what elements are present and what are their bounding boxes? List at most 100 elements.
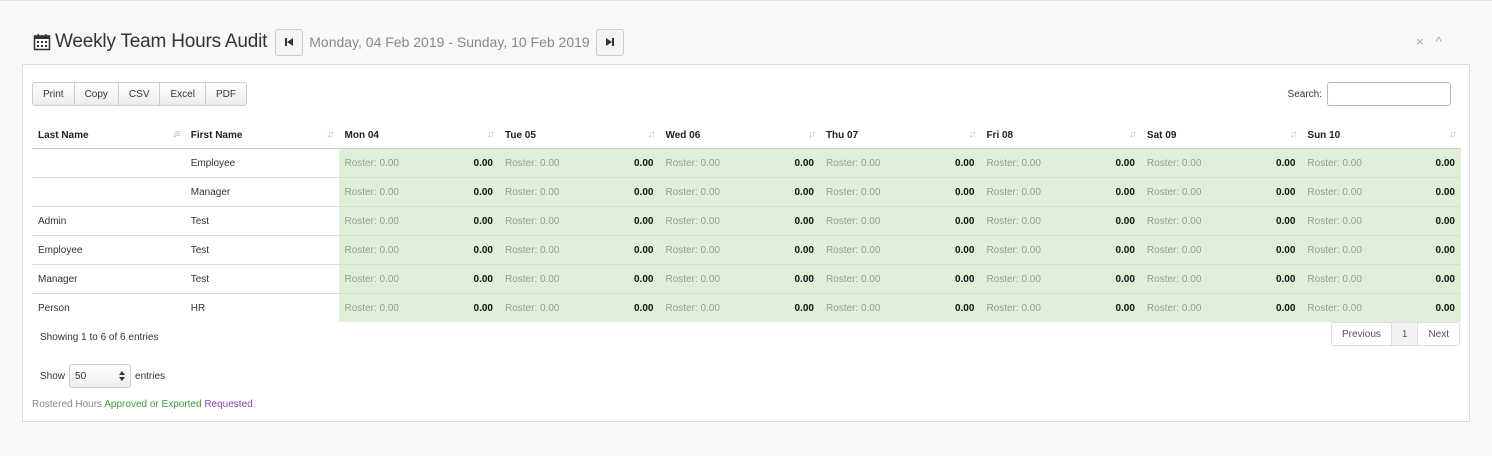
- table-row[interactable]: Person HR Roster: 0.00 0.00 Roster: 0.00 0.00…: [32, 293, 1461, 322]
- search-label: Search:: [1287, 88, 1322, 100]
- search-input[interactable]: [1327, 82, 1451, 106]
- table-row[interactable]: Employee Roster: 0.00 0.00 Roster: 0.00 0.00…: [32, 148, 1461, 178]
- roster-value: Roster: 0.00: [344, 244, 399, 256]
- day-hours-cell[interactable]: Roster: 0.00 0.00: [819, 148, 981, 178]
- column-header-7[interactable]: Sat 09 ↓↑: [1140, 122, 1302, 149]
- day-hours-cell[interactable]: Roster: 0.00 0.00: [1140, 264, 1302, 294]
- copy-button[interactable]: Copy: [73, 82, 119, 106]
- previous-week-button[interactable]: [275, 28, 304, 56]
- day-hours-cell[interactable]: Roster: 0.00 0.00: [659, 177, 820, 207]
- day-hours-cell[interactable]: Roster: 0.00 0.00: [1140, 148, 1302, 178]
- hours-value: 0.00: [473, 157, 493, 169]
- day-hours-cell[interactable]: Roster: 0.00 0.00: [980, 293, 1141, 322]
- day-hours-cell[interactable]: Roster: 0.00 0.00: [980, 148, 1141, 178]
- day-hours-cell[interactable]: Roster: 0.00 0.00: [338, 148, 499, 178]
- day-hours-cell[interactable]: Roster: 0.00 0.00: [659, 264, 820, 294]
- day-hours-cell[interactable]: Roster: 0.00 0.00: [659, 148, 820, 178]
- day-hours-cell[interactable]: Roster: 0.00 0.00: [819, 235, 981, 265]
- day-hours-cell[interactable]: Roster: 0.00 0.00: [1301, 206, 1461, 236]
- csv-button[interactable]: CSV: [117, 82, 161, 106]
- day-hours-cell[interactable]: Roster: 0.00 0.00: [338, 293, 499, 322]
- day-hours-cell[interactable]: Roster: 0.00 0.00: [498, 235, 660, 265]
- day-hours-cell[interactable]: Roster: 0.00 0.00: [338, 264, 499, 294]
- day-hours-cell[interactable]: Roster: 0.00 0.00: [1140, 206, 1302, 236]
- hours-value: 0.00: [473, 244, 493, 256]
- day-hours-cell[interactable]: Roster: 0.00 0.00: [498, 293, 660, 322]
- column-header-5[interactable]: Thu 07 ↓↑: [819, 122, 981, 149]
- print-button[interactable]: Print: [32, 82, 75, 106]
- roster-value: Roster: 0.00: [665, 244, 720, 256]
- column-header-8[interactable]: Sun 10 ↓↑: [1301, 122, 1461, 149]
- audit-panel: Print Copy CSV Excel PDF Search: Last Na…: [22, 64, 1470, 422]
- column-header-6[interactable]: Fri 08 ↓↑: [980, 122, 1141, 149]
- day-hours-cell[interactable]: Roster: 0.00 0.00: [659, 293, 820, 322]
- sort-icon: ↓↑: [1289, 129, 1297, 140]
- day-hours-cell[interactable]: Roster: 0.00 0.00: [980, 235, 1141, 265]
- page-length-select[interactable]: 50: [69, 364, 132, 388]
- hours-value: 0.00: [954, 273, 975, 285]
- sort-icon: ↓↑: [968, 129, 976, 140]
- table-row[interactable]: Manager Test Roster: 0.00 0.00 Roster: 0.00 0…: [32, 264, 1461, 294]
- table-row[interactable]: Employee Test Roster: 0.00 0.00 Roster: 0.00…: [32, 235, 1461, 265]
- pdf-button[interactable]: PDF: [204, 82, 247, 106]
- hours-value: 0.00: [794, 302, 814, 314]
- column-header-label: Last Name: [38, 129, 89, 141]
- pagination: Previous 1 Next: [1330, 322, 1460, 346]
- hours-value: 0.00: [473, 215, 493, 227]
- column-header-1[interactable]: First Name ↓↑: [184, 122, 339, 149]
- roster-value: Roster: 0.00: [1146, 157, 1202, 169]
- day-hours-cell[interactable]: Roster: 0.00 0.00: [1140, 293, 1302, 322]
- day-hours-cell[interactable]: Roster: 0.00 0.00: [1140, 177, 1302, 207]
- day-hours-cell[interactable]: Roster: 0.00 0.00: [1301, 235, 1461, 265]
- hours-value: 0.00: [634, 273, 654, 285]
- day-hours-cell[interactable]: Roster: 0.00 0.00: [980, 177, 1141, 207]
- collapse-icon[interactable]: ^: [1436, 34, 1442, 49]
- previous-page-button[interactable]: Previous: [1330, 322, 1392, 346]
- hours-value: 0.00: [1115, 215, 1135, 227]
- hours-value: 0.00: [794, 244, 814, 256]
- table-body: Employee Roster: 0.00 0.00 Roster: 0.00 0.00…: [32, 148, 1461, 322]
- day-hours-cell[interactable]: Roster: 0.00 0.00: [498, 148, 660, 178]
- next-page-button[interactable]: Next: [1417, 322, 1460, 346]
- roster-value: Roster: 0.00: [986, 157, 1041, 169]
- table-row[interactable]: Manager Roster: 0.00 0.00 Roster: 0.00 0.00 R…: [32, 177, 1461, 207]
- table-row[interactable]: Admin Test Roster: 0.00 0.00 Roster: 0.00 0.0…: [32, 206, 1461, 236]
- hours-value: 0.00: [634, 244, 654, 256]
- column-header-2[interactable]: Mon 04 ↓↑: [338, 122, 499, 149]
- day-hours-cell[interactable]: Roster: 0.00 0.00: [980, 264, 1141, 294]
- close-icon[interactable]: ×: [1416, 34, 1424, 49]
- hours-value: 0.00: [1115, 186, 1135, 198]
- column-header-3[interactable]: Tue 05 ↓↑: [498, 122, 660, 149]
- day-hours-cell[interactable]: Roster: 0.00 0.00: [338, 235, 499, 265]
- column-header-0[interactable]: Last Name ↓≡: [32, 122, 185, 149]
- next-week-button[interactable]: [595, 28, 624, 56]
- day-hours-cell[interactable]: Roster: 0.00 0.00: [1301, 148, 1461, 178]
- hours-value: 0.00: [1435, 244, 1455, 256]
- roster-value: Roster: 0.00: [1146, 302, 1202, 314]
- day-hours-cell[interactable]: Roster: 0.00 0.00: [1301, 293, 1461, 322]
- page-header: Weekly Team Hours Audit Monday, 04 Feb 2…: [33, 27, 624, 57]
- excel-button[interactable]: Excel: [159, 82, 206, 106]
- day-hours-cell[interactable]: Roster: 0.00 0.00: [1301, 264, 1461, 294]
- day-hours-cell[interactable]: Roster: 0.00 0.00: [819, 206, 981, 236]
- day-hours-cell[interactable]: Roster: 0.00 0.00: [980, 206, 1141, 236]
- day-hours-cell[interactable]: Roster: 0.00 0.00: [819, 293, 981, 322]
- day-hours-cell[interactable]: Roster: 0.00 0.00: [659, 235, 820, 265]
- day-hours-cell[interactable]: Roster: 0.00 0.00: [338, 206, 499, 236]
- day-hours-cell[interactable]: Roster: 0.00 0.00: [338, 177, 499, 207]
- day-hours-cell[interactable]: Roster: 0.00 0.00: [498, 206, 660, 236]
- column-header-4[interactable]: Wed 06 ↓↑: [659, 122, 820, 149]
- day-hours-cell[interactable]: Roster: 0.00 0.00: [659, 206, 820, 236]
- page-length: Show 50 entries: [40, 364, 165, 388]
- hours-value: 0.00: [1435, 302, 1455, 314]
- day-hours-cell[interactable]: Roster: 0.00 0.00: [498, 177, 660, 207]
- column-header-label: Tue 05: [504, 129, 536, 141]
- roster-value: Roster: 0.00: [665, 186, 720, 198]
- top-divider: [0, 0, 1492, 1]
- day-hours-cell[interactable]: Roster: 0.00 0.00: [1140, 235, 1302, 265]
- day-hours-cell[interactable]: Roster: 0.00 0.00: [819, 177, 981, 207]
- page-1-button[interactable]: 1: [1390, 322, 1419, 346]
- day-hours-cell[interactable]: Roster: 0.00 0.00: [1301, 177, 1461, 207]
- day-hours-cell[interactable]: Roster: 0.00 0.00: [498, 264, 660, 294]
- day-hours-cell[interactable]: Roster: 0.00 0.00: [819, 264, 981, 294]
